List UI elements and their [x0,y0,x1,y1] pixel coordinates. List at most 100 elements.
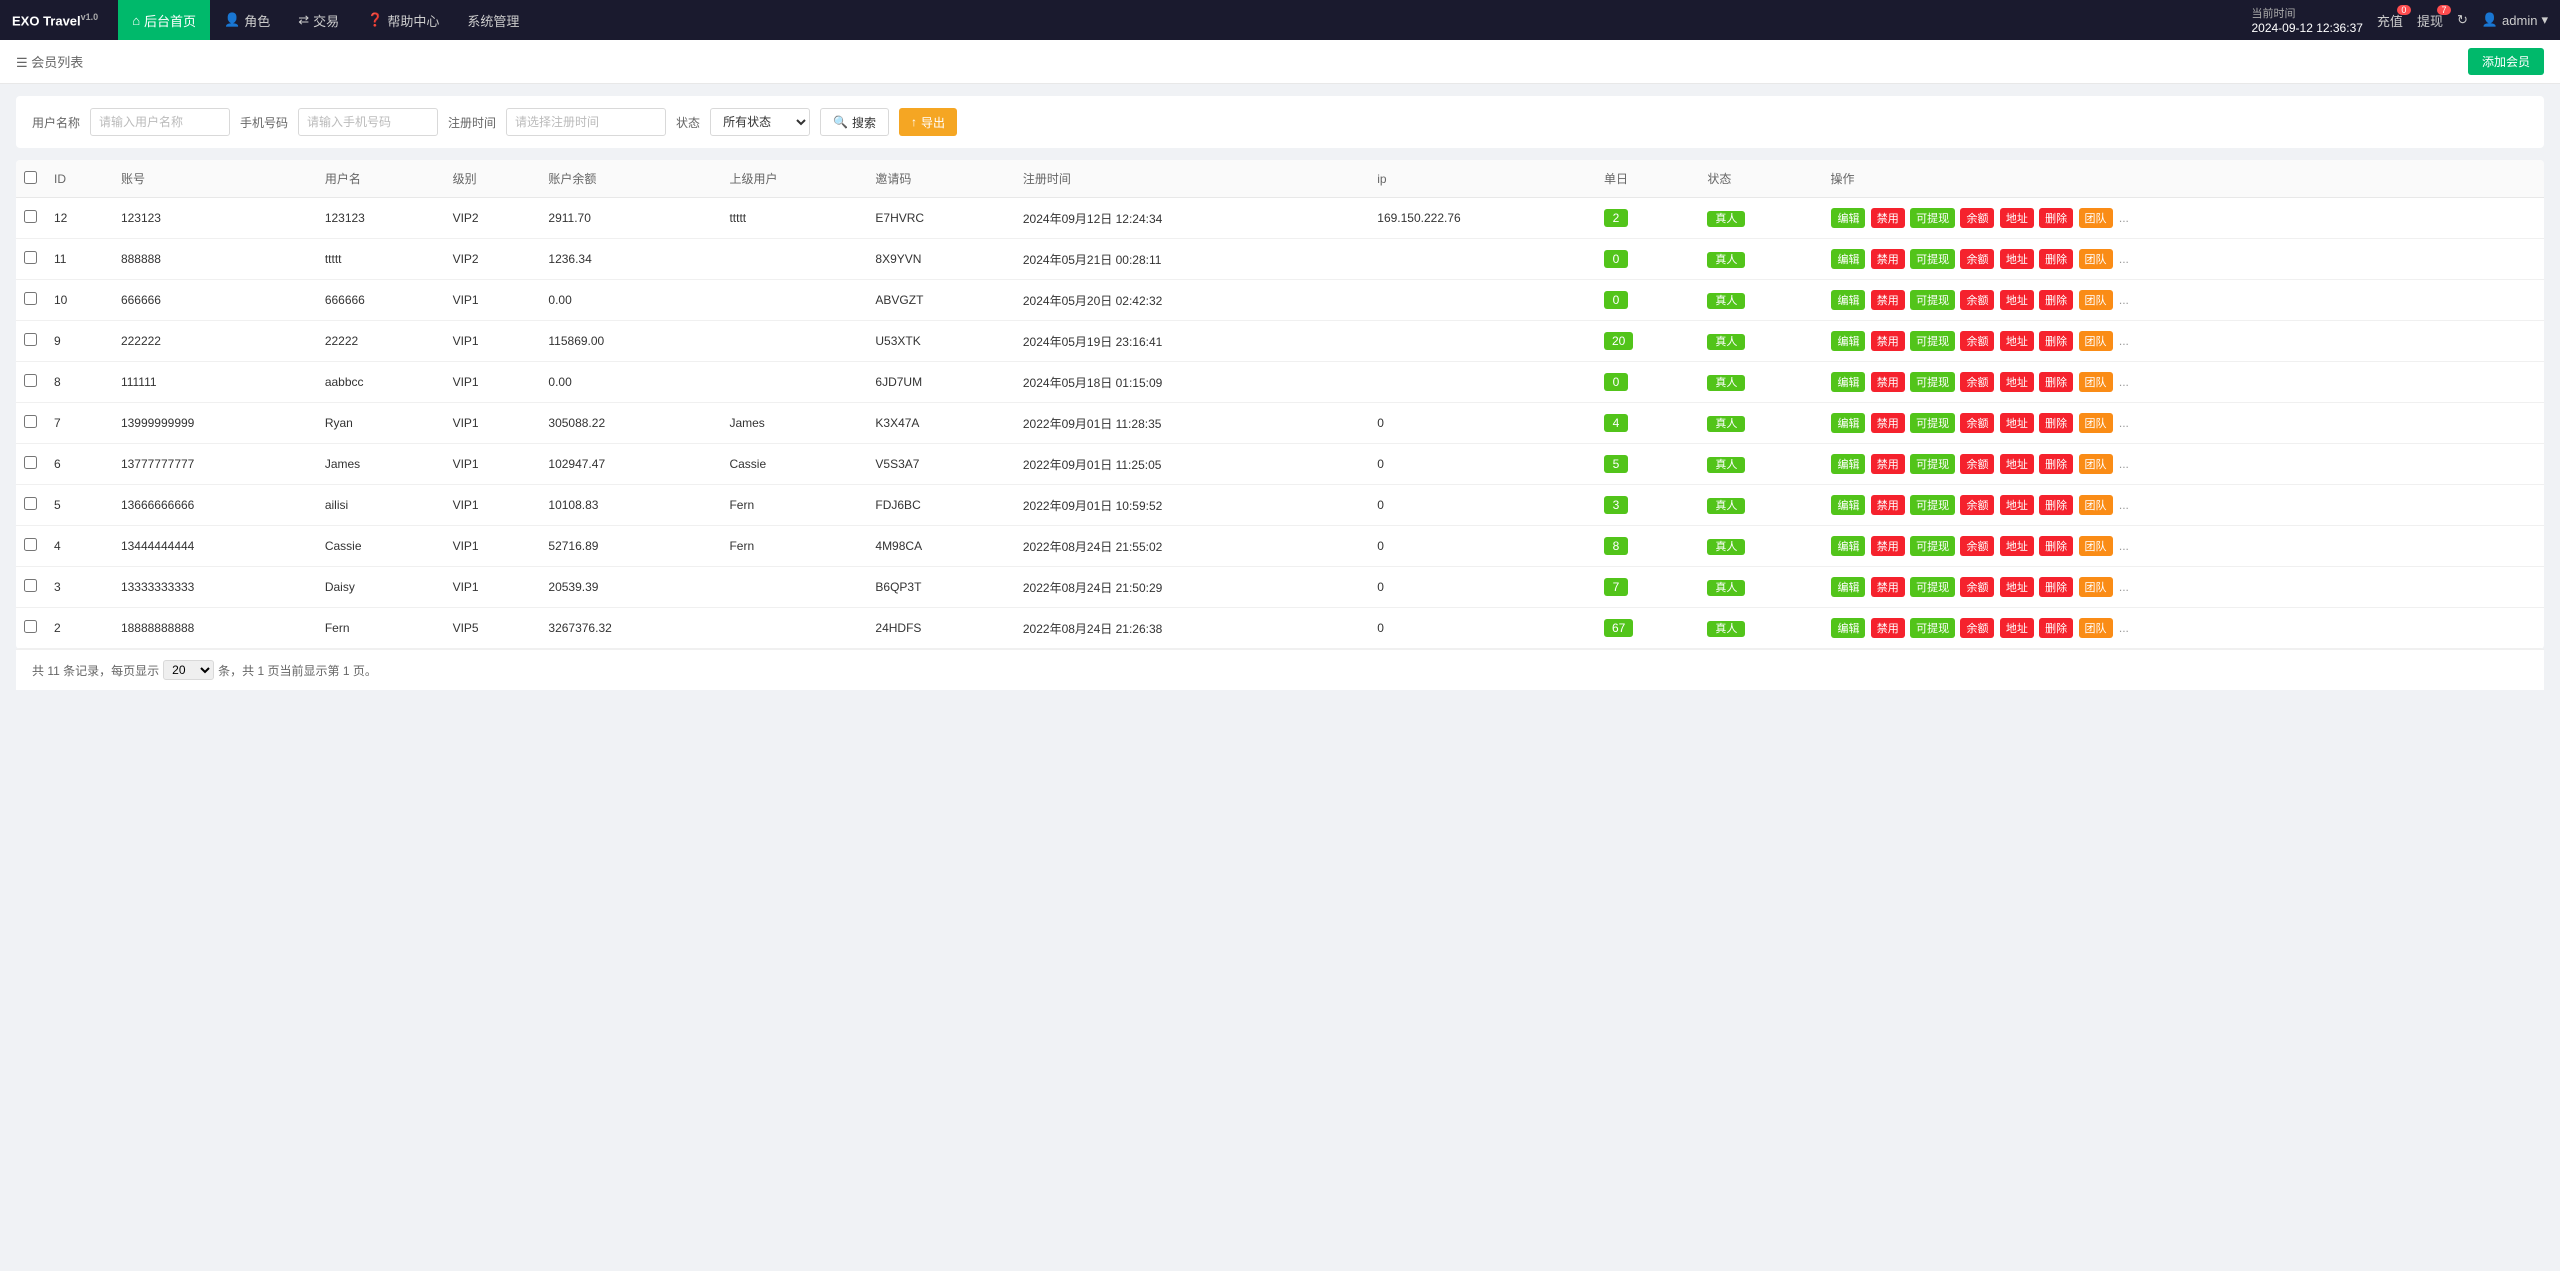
reg-time-input[interactable] [506,108,666,136]
ban-button[interactable]: 禁用 [1871,413,1905,433]
row-checkbox[interactable] [24,374,37,387]
ban-button[interactable]: 禁用 [1871,577,1905,597]
delete-button[interactable]: 删除 [2039,577,2073,597]
edit-button[interactable]: 编辑 [1831,331,1865,351]
select-all-checkbox[interactable] [24,171,37,184]
edit-button[interactable]: 编辑 [1831,495,1865,515]
nav-system[interactable]: 系统管理 [453,0,533,40]
balance-button[interactable]: 余额 [1960,208,1994,228]
phone-input[interactable] [298,108,438,136]
withdraw-enable-button[interactable]: 可提现 [1910,249,1955,269]
more-button[interactable]: ... [2117,252,2131,266]
address-button[interactable]: 地址 [2000,577,2034,597]
more-button[interactable]: ... [2117,293,2131,307]
nav-transaction[interactable]: ⇄ 交易 [284,0,353,40]
team-button[interactable]: 团队 [2079,208,2113,228]
edit-button[interactable]: 编辑 [1831,536,1865,556]
nav-help[interactable]: ❓ 帮助中心 [353,0,453,40]
row-checkbox[interactable] [24,251,37,264]
edit-button[interactable]: 编辑 [1831,618,1865,638]
refresh-button[interactable]: ↻ [2457,12,2468,28]
edit-button[interactable]: 编辑 [1831,577,1865,597]
address-button[interactable]: 地址 [2000,290,2034,310]
status-select[interactable]: 所有状态 [710,108,810,136]
row-checkbox[interactable] [24,620,37,633]
delete-button[interactable]: 删除 [2039,208,2073,228]
more-button[interactable]: ... [2117,375,2131,389]
address-button[interactable]: 地址 [2000,249,2034,269]
withdraw-enable-button[interactable]: 可提现 [1910,208,1955,228]
row-checkbox[interactable] [24,538,37,551]
balance-button[interactable]: 余额 [1960,454,1994,474]
more-button[interactable]: ... [2117,580,2131,594]
delete-button[interactable]: 删除 [2039,372,2073,392]
team-button[interactable]: 团队 [2079,413,2113,433]
withdraw-enable-button[interactable]: 可提现 [1910,454,1955,474]
ban-button[interactable]: 禁用 [1871,208,1905,228]
delete-button[interactable]: 删除 [2039,290,2073,310]
withdraw-enable-button[interactable]: 可提现 [1910,331,1955,351]
ban-button[interactable]: 禁用 [1871,454,1905,474]
balance-button[interactable]: 余额 [1960,413,1994,433]
withdraw-enable-button[interactable]: 可提现 [1910,536,1955,556]
edit-button[interactable]: 编辑 [1831,372,1865,392]
export-button[interactable]: ↑ 导出 [899,108,957,136]
team-button[interactable]: 团队 [2079,618,2113,638]
withdraw-enable-button[interactable]: 可提现 [1910,618,1955,638]
ban-button[interactable]: 禁用 [1871,331,1905,351]
withdraw-enable-button[interactable]: 可提现 [1910,290,1955,310]
row-checkbox[interactable] [24,210,37,223]
row-checkbox[interactable] [24,333,37,346]
delete-button[interactable]: 删除 [2039,536,2073,556]
balance-button[interactable]: 余额 [1960,331,1994,351]
delete-button[interactable]: 删除 [2039,618,2073,638]
nav-role[interactable]: 👤 角色 [210,0,284,40]
address-button[interactable]: 地址 [2000,413,2034,433]
balance-button[interactable]: 余额 [1960,290,1994,310]
edit-button[interactable]: 编辑 [1831,208,1865,228]
address-button[interactable]: 地址 [2000,208,2034,228]
address-button[interactable]: 地址 [2000,372,2034,392]
row-checkbox[interactable] [24,415,37,428]
delete-button[interactable]: 删除 [2039,249,2073,269]
balance-button[interactable]: 余额 [1960,249,1994,269]
row-checkbox[interactable] [24,579,37,592]
more-button[interactable]: ... [2117,539,2131,553]
team-button[interactable]: 团队 [2079,372,2113,392]
balance-button[interactable]: 余额 [1960,536,1994,556]
edit-button[interactable]: 编辑 [1831,290,1865,310]
balance-button[interactable]: 余额 [1960,577,1994,597]
withdraw-enable-button[interactable]: 可提现 [1910,413,1955,433]
delete-button[interactable]: 删除 [2039,413,2073,433]
team-button[interactable]: 团队 [2079,454,2113,474]
edit-button[interactable]: 编辑 [1831,249,1865,269]
team-button[interactable]: 团队 [2079,331,2113,351]
delete-button[interactable]: 删除 [2039,495,2073,515]
withdraw-enable-button[interactable]: 可提现 [1910,372,1955,392]
recharge-button[interactable]: 充值 0 [2377,11,2403,30]
withdraw-enable-button[interactable]: 可提现 [1910,495,1955,515]
row-checkbox[interactable] [24,456,37,469]
team-button[interactable]: 团队 [2079,249,2113,269]
address-button[interactable]: 地址 [2000,618,2034,638]
withdraw-button[interactable]: 提现 7 [2417,11,2443,30]
team-button[interactable]: 团队 [2079,495,2113,515]
address-button[interactable]: 地址 [2000,495,2034,515]
more-button[interactable]: ... [2117,211,2131,225]
per-page-select[interactable]: 20 50 100 [163,660,214,680]
edit-button[interactable]: 编辑 [1831,413,1865,433]
address-button[interactable]: 地址 [2000,536,2034,556]
ban-button[interactable]: 禁用 [1871,249,1905,269]
delete-button[interactable]: 删除 [2039,454,2073,474]
balance-button[interactable]: 余额 [1960,618,1994,638]
more-button[interactable]: ... [2117,457,2131,471]
delete-button[interactable]: 删除 [2039,331,2073,351]
ban-button[interactable]: 禁用 [1871,495,1905,515]
add-member-button[interactable]: 添加会员 [2468,48,2544,75]
ban-button[interactable]: 禁用 [1871,536,1905,556]
nav-dashboard[interactable]: ⌂ 后台首页 [118,0,210,40]
balance-button[interactable]: 余额 [1960,495,1994,515]
username-input[interactable] [90,108,230,136]
team-button[interactable]: 团队 [2079,536,2113,556]
more-button[interactable]: ... [2117,498,2131,512]
